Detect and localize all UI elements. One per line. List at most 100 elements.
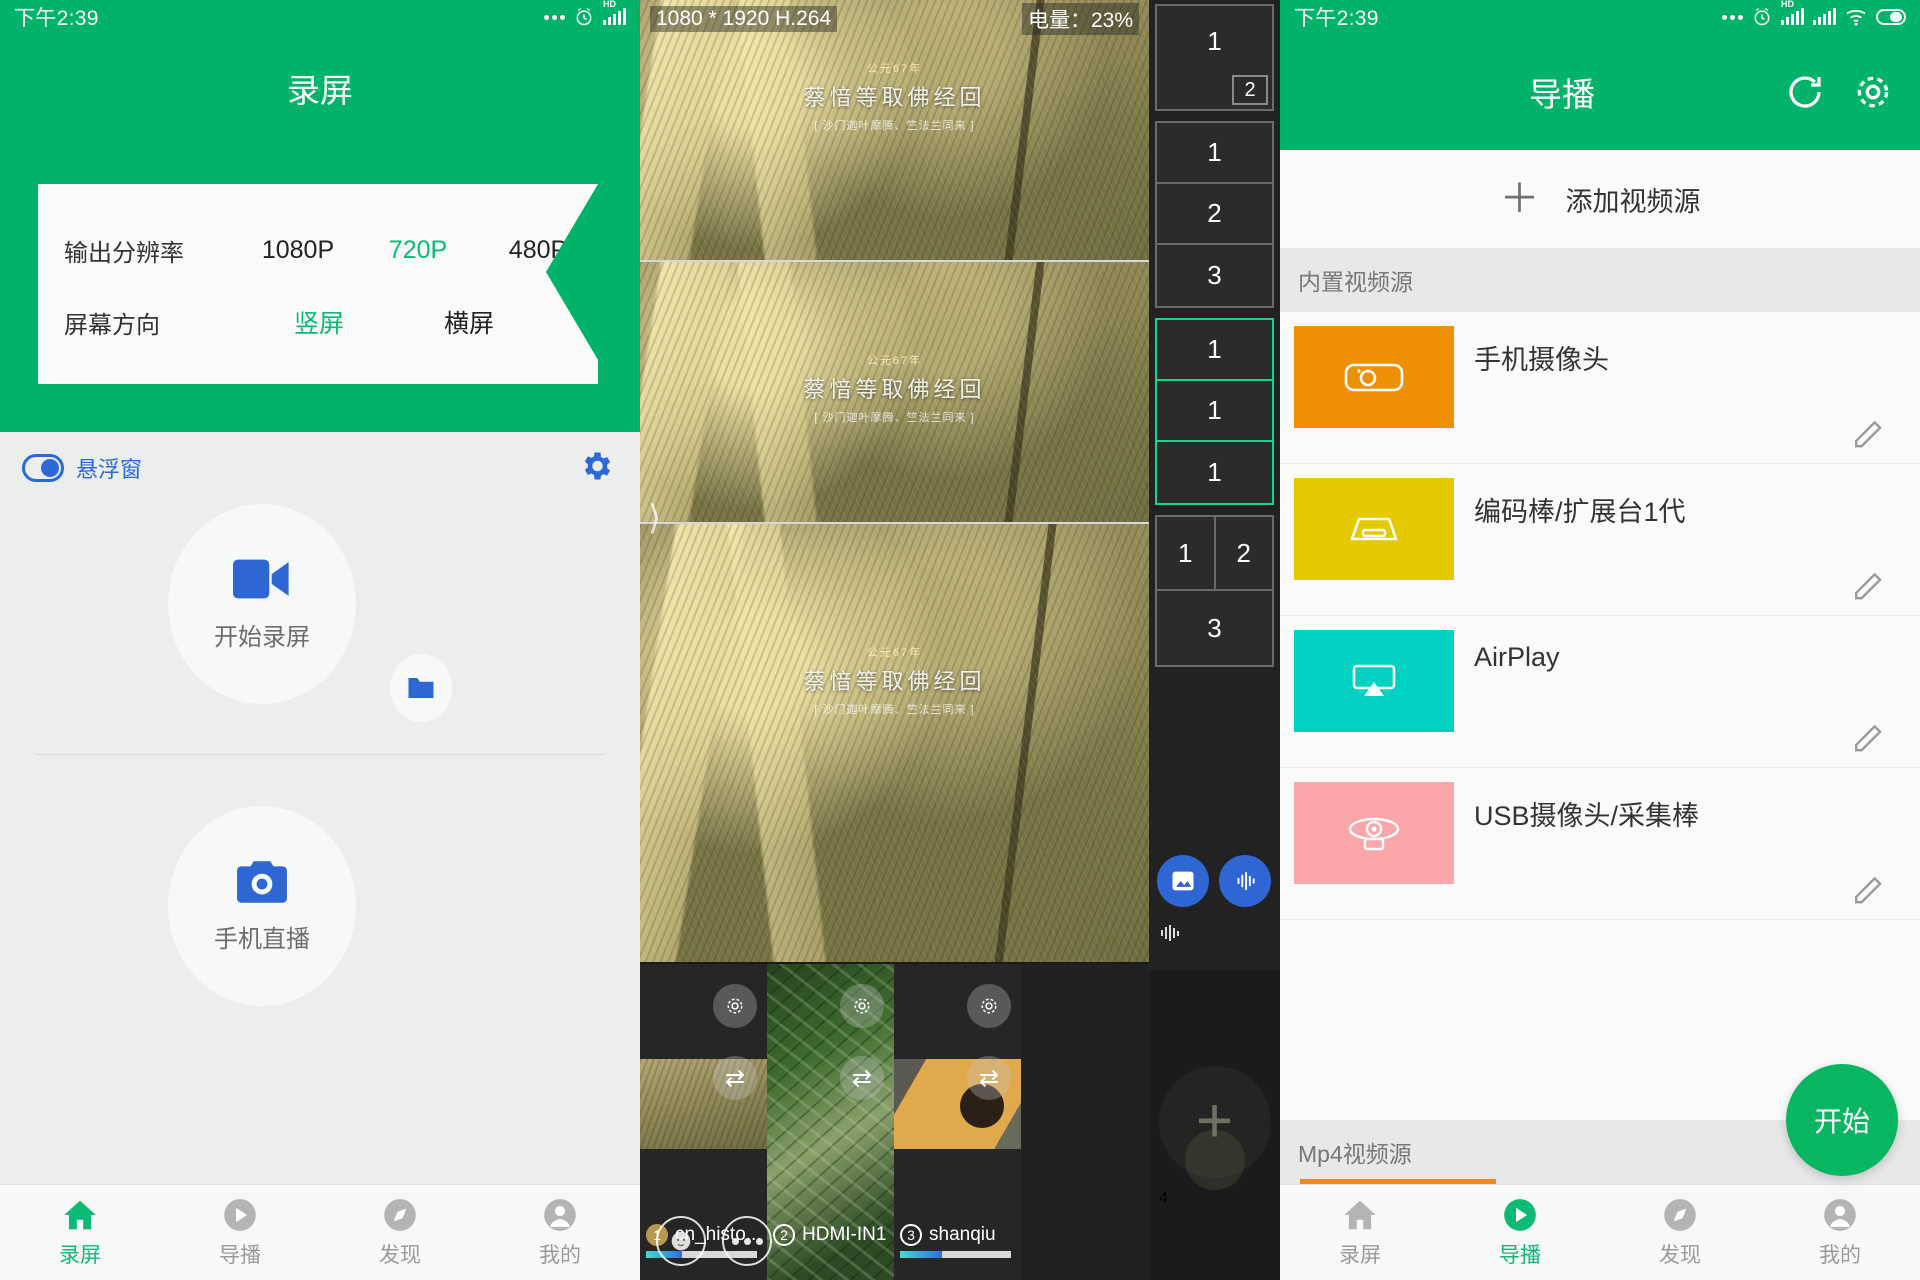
preview-segment-3[interactable]: 公元67年 蔡愔等取佛经回 [ 沙门迦叶摩腾、竺法兰同来 ] [640, 524, 1149, 962]
swap-icon[interactable]: ⇄ [713, 1056, 757, 1100]
thumbnail-slot-4[interactable] [1021, 964, 1148, 1280]
resolution-option-720p[interactable]: 720P [358, 236, 478, 265]
start-record-button[interactable]: 开始录屏 [168, 504, 356, 704]
pencil-icon[interactable] [1852, 872, 1886, 906]
bottom-nav: 录屏 导播 发现 我的 [1280, 1184, 1920, 1280]
resolution-label: 输出分辨率 [64, 239, 184, 267]
video-caption-sub: [ 沙门迦叶摩腾、竺法兰同来 ] [814, 120, 975, 132]
nav-item-discover[interactable]: 发现 [320, 1196, 480, 1269]
layout-option-pip[interactable]: 1 2 [1155, 4, 1274, 111]
audio-wave-icon[interactable] [1219, 855, 1271, 907]
list-item[interactable]: 手机摄像头 [1280, 312, 1920, 464]
more-dots-icon [544, 14, 565, 20]
toggle-switch-icon[interactable] [22, 454, 64, 482]
nav-item-mine[interactable]: 我的 [1760, 1196, 1920, 1269]
gear-icon[interactable] [713, 984, 757, 1028]
thumbnail-number-4: 4 [1159, 1190, 1168, 1207]
source-info: 编码棒/扩展台1代 [1474, 478, 1920, 610]
chevron-right-icon[interactable]: ⟩ [648, 498, 661, 538]
beauty-face-icon[interactable] [656, 1216, 706, 1266]
person-icon [544, 1199, 576, 1231]
section-header-builtin: 内置视频源 [1280, 248, 1920, 312]
gear-icon[interactable] [840, 984, 884, 1028]
list-item[interactable]: USB摄像头/采集棒 [1280, 768, 1920, 920]
start-button[interactable]: 开始 [1786, 1064, 1898, 1176]
nav-label-mine: 我的 [1819, 1244, 1861, 1267]
video-caption-2: 公元67年 蔡愔等取佛经回 [ 沙门迦叶摩腾、竺法兰同来 ] [640, 352, 1149, 425]
recordings-folder-button[interactable] [390, 654, 452, 722]
layout-option-rows-123[interactable]: 1 2 3 [1155, 121, 1274, 308]
layout-cell: 1 [1207, 457, 1222, 487]
usb-webcam-icon [1294, 782, 1454, 884]
video-caption-big-3: 蔡愔等取佛经回 [803, 669, 986, 694]
thumbnail-slot-2[interactable]: ⇄ 2 HDMI-IN1 [767, 964, 894, 1280]
orientation-row: 屏幕方向 竖屏 横屏 [38, 286, 598, 358]
page-title: 录屏 [287, 72, 353, 109]
nav-item-discover[interactable]: 发现 [1600, 1196, 1760, 1269]
pencil-icon[interactable] [1852, 568, 1886, 602]
source-info: 手机摄像头 [1474, 326, 1920, 458]
nav-label-director: 导播 [1499, 1244, 1541, 1267]
list-item[interactable]: AirPlay [1280, 616, 1920, 768]
gear-icon[interactable] [1852, 71, 1894, 113]
divider [35, 754, 605, 755]
status-bar: 下午2:39 HD [0, 0, 640, 34]
layout-cell: 1 [1157, 320, 1272, 381]
orientation-option-portrait[interactable]: 竖屏 [244, 304, 394, 340]
video-caption-small-3: 公元67年 [866, 647, 923, 659]
gear-icon[interactable] [578, 448, 614, 484]
refresh-icon[interactable] [1784, 71, 1826, 113]
add-video-source-label: 添加视频源 [1565, 186, 1701, 217]
thumbnail-name-3: shanqiu [929, 1224, 996, 1245]
resolution-option-480p[interactable]: 480P [478, 236, 598, 265]
swap-icon[interactable]: ⇄ [967, 1056, 1011, 1100]
preview-segment-2[interactable]: 公元67年 蔡愔等取佛经回 [ 沙门迦叶摩腾、竺法兰同来 ] [640, 262, 1149, 524]
thumbnail-label-4: 4 [1159, 1190, 1168, 1208]
nav-item-record[interactable]: 录屏 [0, 1196, 160, 1269]
nav-item-director[interactable]: 导播 [160, 1196, 320, 1269]
swap-icon[interactable]: ⇄ [840, 1056, 884, 1100]
plus-icon[interactable]: + [1196, 1088, 1233, 1152]
float-window-toggle[interactable]: 悬浮窗 [22, 452, 142, 484]
source-info: AirPlay [1474, 630, 1920, 762]
status-bar-icons: HD [544, 0, 626, 27]
image-icon[interactable] [1157, 855, 1209, 907]
video-caption-1: 公元67年 蔡愔等取佛经回 [ 沙门迦叶摩腾、竺法兰同来 ] [640, 60, 1149, 133]
play-icon [224, 1199, 256, 1231]
resolution-option-1080p[interactable]: 1080P [238, 236, 358, 265]
record-body: 悬浮窗 开始录屏 手机直播 [0, 432, 640, 1184]
pencil-icon[interactable] [1852, 416, 1886, 450]
source-name: 手机摄像头 [1474, 345, 1609, 375]
preview-area: 公元67年 蔡愔等取佛经回 [ 沙门迦叶摩腾、竺法兰同来 ] 1080 * 19… [640, 0, 1149, 1280]
layout-option-rows-111-selected[interactable]: 1 1 1 [1155, 318, 1274, 505]
thumbnail-slot-3[interactable]: ⇄ 3 shanqiu [894, 964, 1021, 1280]
gear-icon[interactable] [967, 984, 1011, 1028]
pencil-icon[interactable] [1852, 720, 1886, 754]
status-bar: 下午2:39 HD [1280, 0, 1920, 34]
battery-icon [1876, 9, 1906, 25]
compass-icon [1664, 1199, 1696, 1231]
list-item[interactable]: 编码棒/扩展台1代 [1280, 464, 1920, 616]
bottom-nav: 录屏 导播 发现 我的 [0, 1184, 640, 1280]
status-bar-time: 下午2:39 [14, 7, 99, 30]
thumbnail-label-2: 2 HDMI-IN1 [773, 1224, 886, 1246]
layout-cell: 2 [1236, 537, 1251, 568]
orientation-option-landscape[interactable]: 横屏 [394, 304, 544, 340]
layout-cell: 1 [1157, 123, 1272, 184]
nav-item-mine[interactable]: 我的 [480, 1196, 640, 1269]
more-dots-icon [1722, 14, 1743, 20]
layout-option-split-2-1[interactable]: 1 2 3 [1155, 515, 1274, 667]
layout-cell: 3 [1207, 260, 1222, 290]
phone-live-button[interactable]: 手机直播 [168, 806, 356, 1006]
add-video-source-button[interactable]: ＋ 添加视频源 [1280, 150, 1920, 248]
preview-stack: 公元67年 蔡愔等取佛经回 [ 沙门迦叶摩腾、竺法兰同来 ] 1080 * 19… [640, 0, 1149, 964]
layout-cell: 1 [1157, 517, 1216, 589]
preview-info-bar: 1080 * 1920 H.264 电量：23% [640, 3, 1149, 35]
preview-segment-1[interactable]: 公元67年 蔡愔等取佛经回 [ 沙门迦叶摩腾、竺法兰同来 ] 1080 * 19… [640, 0, 1149, 262]
nav-item-record[interactable]: 录屏 [1280, 1196, 1440, 1269]
more-dots-icon[interactable] [722, 1216, 772, 1266]
thumbnail-number-2: 2 [773, 1224, 795, 1246]
nav-item-director[interactable]: 导播 [1440, 1196, 1600, 1269]
empty-source-slot-4[interactable]: + 4 [1149, 970, 1280, 1280]
thumbnail-image-4 [1021, 964, 1148, 1280]
